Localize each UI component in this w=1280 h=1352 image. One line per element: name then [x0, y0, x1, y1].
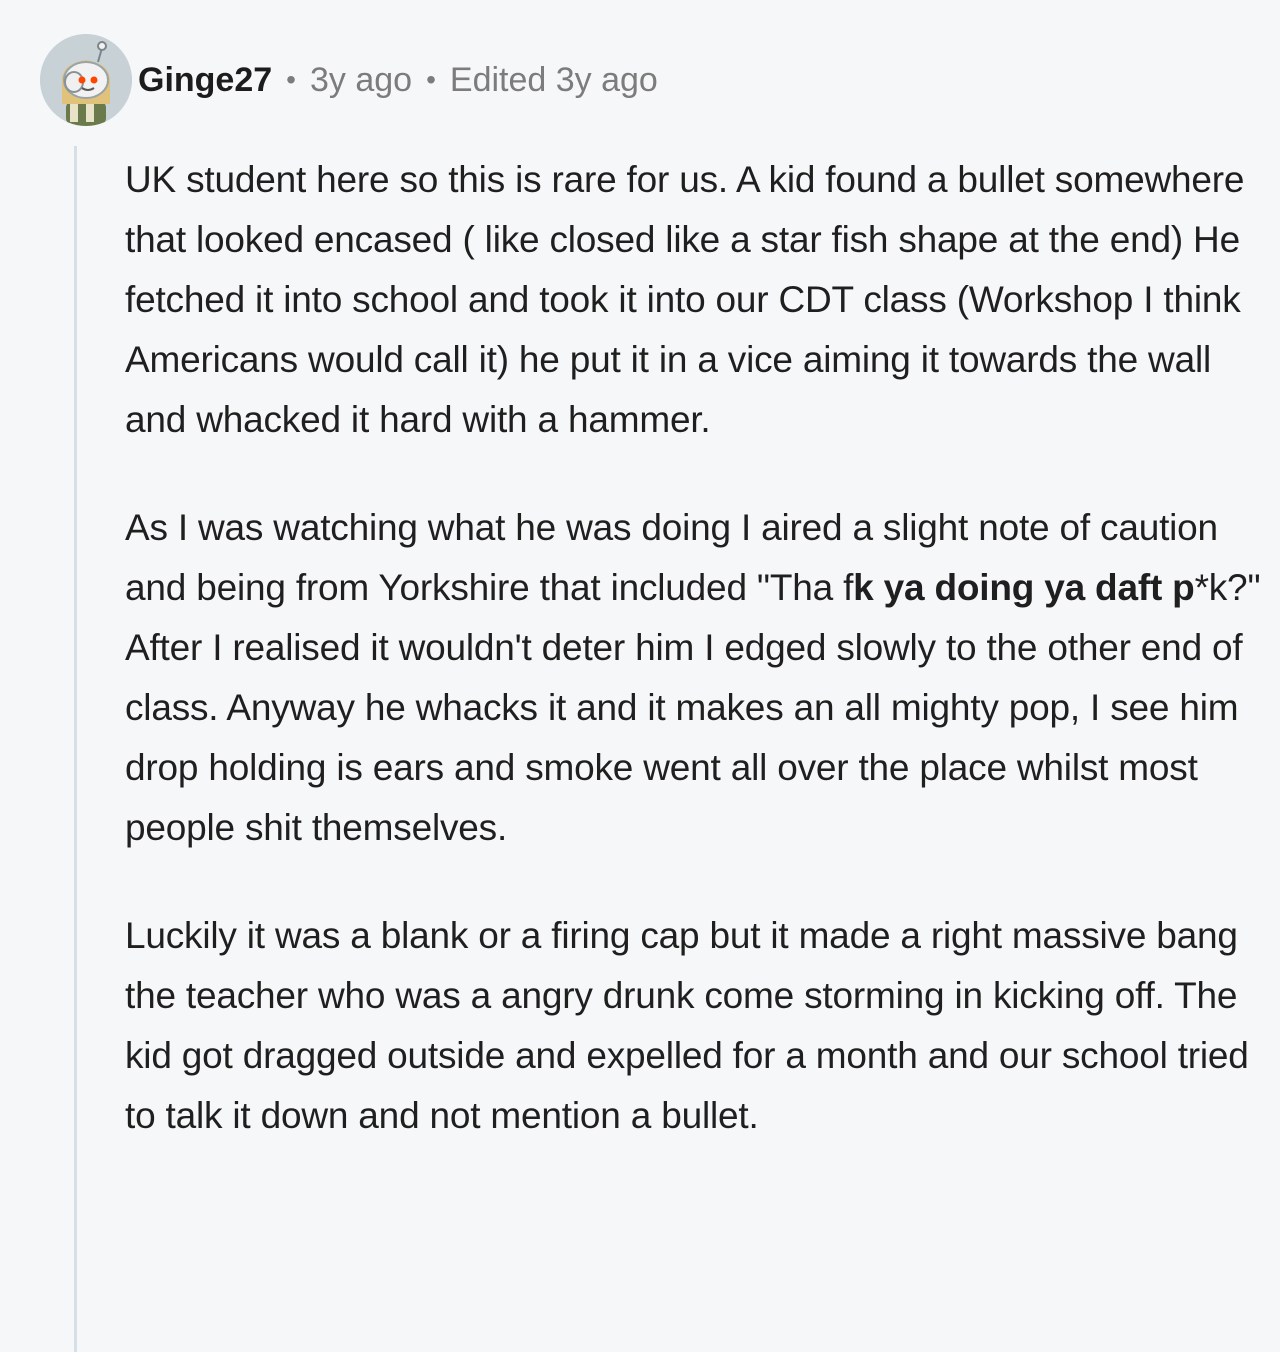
comment-text: *k?" After I realised it wouldn't deter …: [125, 567, 1261, 848]
edited-timestamp: Edited 3y ago: [449, 61, 658, 99]
meta-separator: •: [286, 64, 296, 95]
username-link[interactable]: Ginge27: [138, 60, 272, 100]
thread-collapse-line[interactable]: [74, 146, 77, 1352]
comment-meta: Ginge27 • 3y ago • Edited 3y ago: [138, 60, 658, 100]
avatar[interactable]: [40, 34, 132, 126]
comment-body: UK student here so this is rare for us. …: [125, 150, 1265, 1146]
comment-header: Ginge27 • 3y ago • Edited 3y ago: [40, 34, 658, 126]
comment-paragraph: UK student here so this is rare for us. …: [125, 159, 1245, 440]
comment-paragraph: Luckily it was a blank or a firing cap b…: [125, 915, 1249, 1136]
comment-paragraph: As I was watching what he was doing I ai…: [125, 498, 1265, 858]
comment: Ginge27 • 3y ago • Edited 3y ago UK stud…: [0, 0, 1280, 1352]
meta-separator: •: [426, 64, 436, 95]
comment-bold-text: k ya doing ya daft p: [853, 567, 1195, 608]
post-timestamp[interactable]: 3y ago: [310, 60, 412, 100]
snoo-avatar-icon: [40, 34, 132, 126]
